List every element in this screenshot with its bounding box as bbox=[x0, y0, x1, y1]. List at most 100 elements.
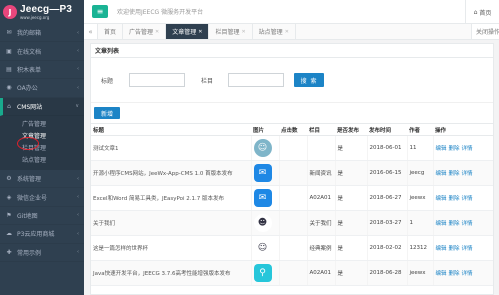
sidebar-item[interactable]: ⚑ Git地图 ‹ bbox=[0, 207, 84, 226]
col-header-clicks: 点击数 bbox=[279, 123, 307, 136]
cell-column: A02A01 bbox=[307, 260, 336, 286]
cell-published: 是 bbox=[335, 210, 368, 236]
cell-author: jeewx bbox=[407, 185, 434, 211]
top-home-label: 首页 bbox=[479, 9, 492, 17]
tab-home[interactable]: 首页 bbox=[98, 24, 124, 39]
close-icon[interactable]: ✕ bbox=[198, 29, 202, 35]
double-chevron-left-icon: « bbox=[88, 27, 93, 36]
tab-scroll-left-button[interactable]: « bbox=[84, 24, 98, 39]
article-thumbnail: ⚲ bbox=[253, 264, 272, 282]
edit-link[interactable]: 编辑 bbox=[436, 246, 447, 252]
sidebar-item[interactable]: ☁ P3云应用商城 ‹ bbox=[0, 225, 84, 244]
close-icon[interactable]: ✕ bbox=[155, 29, 159, 35]
menu-toggle-button[interactable]: ≡ bbox=[92, 5, 108, 18]
menu-icon: ▤ bbox=[6, 65, 12, 73]
submenu-item[interactable]: 文章管理 bbox=[0, 130, 84, 142]
delete-link[interactable]: 删除 bbox=[449, 146, 460, 152]
sidebar-item[interactable]: ✚ 常用示例 ‹ bbox=[0, 244, 84, 262]
sidebar-item-label: 常用示例 bbox=[17, 249, 42, 257]
delete-link[interactable]: 删除 bbox=[449, 196, 460, 202]
delete-link[interactable]: 删除 bbox=[449, 221, 460, 227]
cell-actions: 编辑 删除 详情 bbox=[433, 160, 493, 186]
chevron-icon: ‹ bbox=[77, 230, 79, 237]
title-search-input[interactable] bbox=[129, 73, 186, 87]
table-row[interactable]: 这是一篇怎样的世界杯 ☺ 经典案例是 2018-02-02 12312 编辑 删除 详情 bbox=[91, 235, 493, 261]
tab-column-management[interactable]: 栏目管理 ✕ bbox=[209, 24, 253, 39]
article-list-panel: 文章列表 标题 栏目 搜 索 新增 标题 图片 点击数 栏目 是否发布 发布时间… bbox=[90, 43, 494, 295]
cell-author: 1 bbox=[407, 210, 434, 236]
table-row[interactable]: 关于我们 ☻ 关于我们是 2018-03-27 1 编辑 删除 详情 bbox=[91, 210, 493, 236]
edit-link[interactable]: 编辑 bbox=[436, 196, 447, 202]
menu-icon: ◉ bbox=[6, 84, 12, 92]
article-thumbnail: ✉ bbox=[253, 189, 272, 207]
col-header-actions: 操作 bbox=[433, 123, 493, 136]
table-row[interactable]: 测试文章1 ☺ 是 2018-06-01 11 编辑 删除 详情 bbox=[91, 135, 493, 161]
cell-author: 12312 bbox=[407, 235, 434, 261]
detail-link[interactable]: 详情 bbox=[462, 146, 473, 152]
detail-link[interactable]: 详情 bbox=[462, 196, 473, 202]
detail-link[interactable]: 详情 bbox=[462, 221, 473, 227]
close-icon[interactable]: ✕ bbox=[285, 29, 289, 35]
detail-link[interactable]: 详情 bbox=[462, 171, 473, 177]
search-button[interactable]: 搜 索 bbox=[294, 73, 325, 87]
delete-link[interactable]: 删除 bbox=[449, 246, 460, 252]
cell-actions: 编辑 删除 详情 bbox=[433, 260, 493, 286]
cell-date: 2018-06-01 bbox=[367, 135, 408, 161]
panel-title: 文章列表 bbox=[91, 44, 493, 58]
cell-image: ⚲ bbox=[251, 260, 280, 286]
logo[interactable]: J Jeecg—P3 www.jeecg.org bbox=[0, 0, 84, 24]
home-icon: ⌂ bbox=[473, 8, 478, 16]
cell-actions: 编辑 删除 详情 bbox=[433, 185, 493, 211]
close-icon[interactable]: ✕ bbox=[241, 29, 245, 35]
edit-link[interactable]: 编辑 bbox=[436, 171, 447, 177]
submenu-item[interactable]: 栏目管理 bbox=[0, 142, 84, 154]
cell-column bbox=[307, 135, 336, 161]
delete-link[interactable]: 删除 bbox=[449, 271, 460, 277]
detail-link[interactable]: 详情 bbox=[462, 271, 473, 277]
tab-ad-management[interactable]: 广告管理 ✕ bbox=[123, 24, 167, 39]
chevron-icon: ‹ bbox=[77, 194, 79, 201]
new-article-button[interactable]: 新增 bbox=[94, 107, 120, 119]
top-header: ≡ 欢迎使用JEECG 微服务开发平台 ⌂ 首页 bbox=[84, 0, 499, 24]
article-thumbnail: ☺ bbox=[253, 239, 272, 257]
cell-image: ☺ bbox=[251, 135, 280, 161]
col-header-author: 作者 bbox=[407, 123, 433, 136]
chevron-icon: ‹ bbox=[77, 249, 79, 256]
chevron-icon: ‹ bbox=[77, 29, 79, 36]
tab-label: 文章管理 bbox=[172, 29, 197, 36]
sidebar-item[interactable]: ▤ 积木表单 ‹ bbox=[0, 61, 84, 80]
detail-link[interactable]: 详情 bbox=[462, 246, 473, 252]
tab-close-actions-button[interactable]: 关闭操作 bbox=[471, 24, 499, 39]
sidebar-item-label: Git地图 bbox=[17, 212, 38, 220]
edit-link[interactable]: 编辑 bbox=[436, 271, 447, 277]
sidebar-item[interactable]: ▣ 在线文档 ‹ bbox=[0, 42, 84, 61]
sidebar-item[interactable]: ✉ 我的邮箱 ‹ bbox=[0, 24, 84, 43]
tab-article-management[interactable]: 文章管理 ✕ bbox=[166, 24, 210, 39]
sidebar-item[interactable]: ⚙ 系统管理 ‹ bbox=[0, 170, 84, 189]
table-row[interactable]: Excel和Word 简易工具类，JEasyPoi 2.1.7 版本发布 ✉ A02… bbox=[91, 185, 493, 211]
menu-icon: ◈ bbox=[6, 193, 12, 201]
cell-published: 是 bbox=[335, 260, 368, 286]
edit-link[interactable]: 编辑 bbox=[436, 146, 447, 152]
menu-icon: ▣ bbox=[6, 47, 12, 55]
submenu-item[interactable]: 站点管理 bbox=[0, 154, 84, 166]
app-title: Jeecg—P3 bbox=[20, 3, 73, 15]
table-row[interactable]: Java快速开发平台，JEECG 3.7.6高考性能增强版本发布 ⚲ A02A01 是… bbox=[91, 260, 493, 286]
article-table: 标题 图片 点击数 栏目 是否发布 发布时间 作者 操作 测试文章1 ☺ 是 2018… bbox=[91, 123, 493, 286]
edit-link[interactable]: 编辑 bbox=[436, 221, 447, 227]
table-header-row: 标题 图片 点击数 栏目 是否发布 发布时间 作者 操作 bbox=[91, 123, 493, 136]
sidebar-item-label: 我的邮箱 bbox=[17, 30, 42, 38]
sidebar-item[interactable]: ◈ 微信企业号 ‹ bbox=[0, 188, 84, 207]
title-label: 标题 bbox=[101, 77, 114, 85]
sidebar-item[interactable]: ⌂ CMS网站 ∨ bbox=[0, 97, 84, 116]
table-row[interactable]: 开源小程序CMS网站，JeeWx-App-CMS 1.0 首版本发布 ✉ 新闻资讯是… bbox=[91, 160, 493, 186]
logo-icon: J bbox=[3, 5, 17, 19]
sidebar-item[interactable]: ◉ OA办公 ‹ bbox=[0, 79, 84, 98]
delete-link[interactable]: 删除 bbox=[449, 171, 460, 177]
tab-site-management[interactable]: 站点管理 ✕ bbox=[253, 24, 296, 39]
menu-icon: ✉ bbox=[6, 29, 12, 37]
column-search-input[interactable] bbox=[228, 73, 285, 87]
cell-image: ✉ bbox=[251, 185, 280, 211]
top-home-link[interactable]: ⌂ 首页 bbox=[465, 0, 499, 24]
submenu-item[interactable]: 广告管理 bbox=[0, 118, 84, 130]
